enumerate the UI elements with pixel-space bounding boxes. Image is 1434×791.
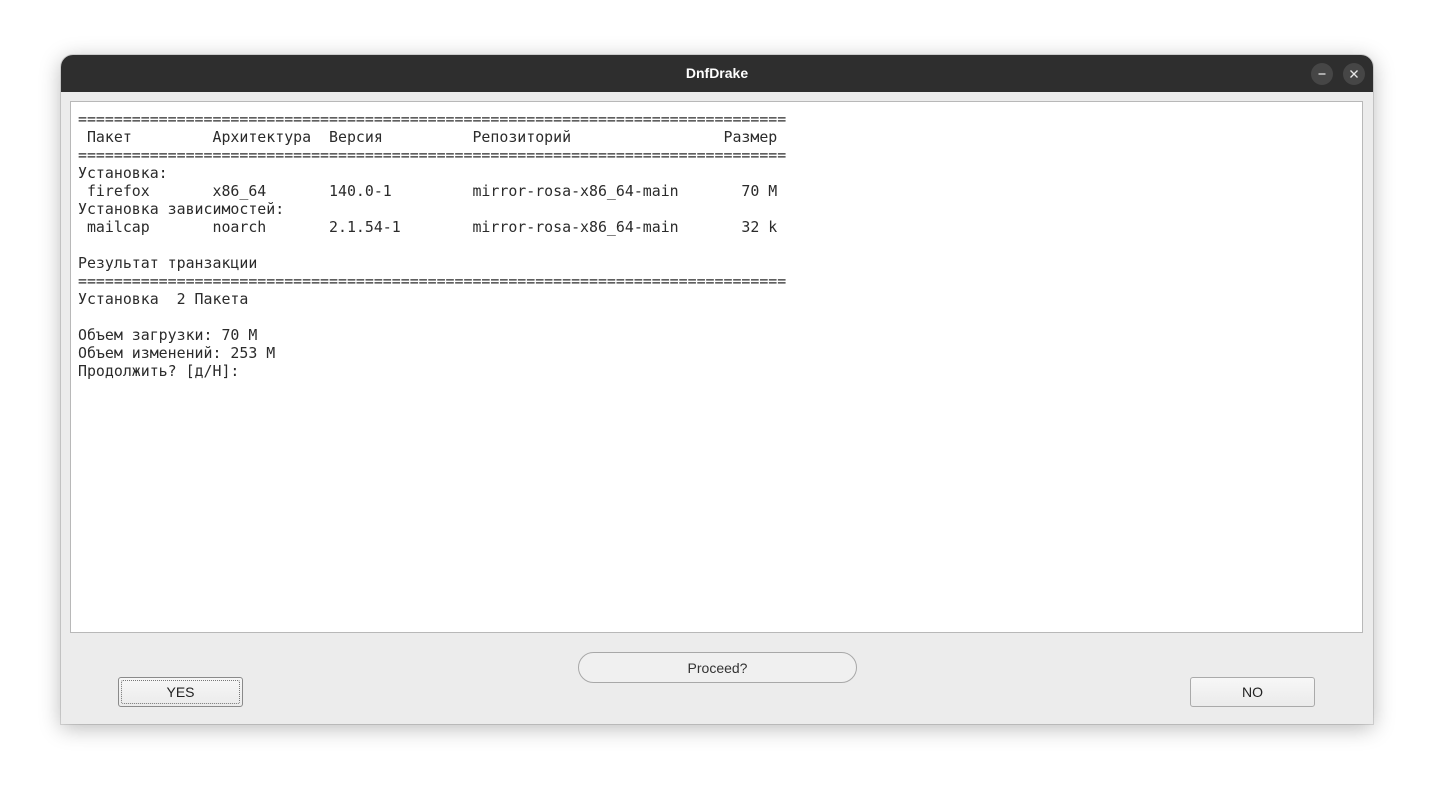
minimize-icon xyxy=(1318,73,1326,75)
title-bar[interactable]: DnfDrake xyxy=(61,55,1373,92)
no-button[interactable]: NO xyxy=(1190,677,1315,707)
terminal-line: Установка: xyxy=(78,164,168,182)
terminal-line: ========================================… xyxy=(78,146,787,164)
terminal-line: ========================================… xyxy=(78,272,787,290)
terminal-line: Объем изменений: 253 M xyxy=(78,344,276,362)
minimize-button[interactable] xyxy=(1311,63,1333,85)
terminal-line: mailcap noarch 2.1.54-1 mirror-rosa-x86_… xyxy=(78,218,778,236)
proceed-label: Proceed? xyxy=(687,659,748,676)
terminal-line: Объем загрузки: 70 M xyxy=(78,326,258,344)
terminal-line: firefox x86_64 140.0-1 mirror-rosa-x86_6… xyxy=(78,182,778,200)
close-icon xyxy=(1350,70,1358,78)
terminal-line: ========================================… xyxy=(78,110,787,128)
terminal-output[interactable]: ========================================… xyxy=(70,101,1363,633)
terminal-line: Продолжить? [д/Н]: xyxy=(78,362,240,380)
close-button[interactable] xyxy=(1343,63,1365,85)
terminal-text: ========================================… xyxy=(78,110,786,380)
window-title: DnfDrake xyxy=(685,65,749,81)
proceed-prompt: Proceed? xyxy=(578,652,857,683)
no-button-label: NO xyxy=(1242,684,1263,700)
yes-button[interactable]: YES xyxy=(118,677,243,707)
dnfdrake-window: DnfDrake ===============================… xyxy=(61,55,1373,724)
terminal-line: Результат транзакции xyxy=(78,254,258,272)
terminal-line: Установка зависимостей: xyxy=(78,200,285,218)
focus-ring xyxy=(121,680,240,704)
terminal-line: Пакет Архитектура Версия Репозиторий Раз… xyxy=(78,128,778,146)
terminal-line: Установка 2 Пакета xyxy=(78,290,249,308)
